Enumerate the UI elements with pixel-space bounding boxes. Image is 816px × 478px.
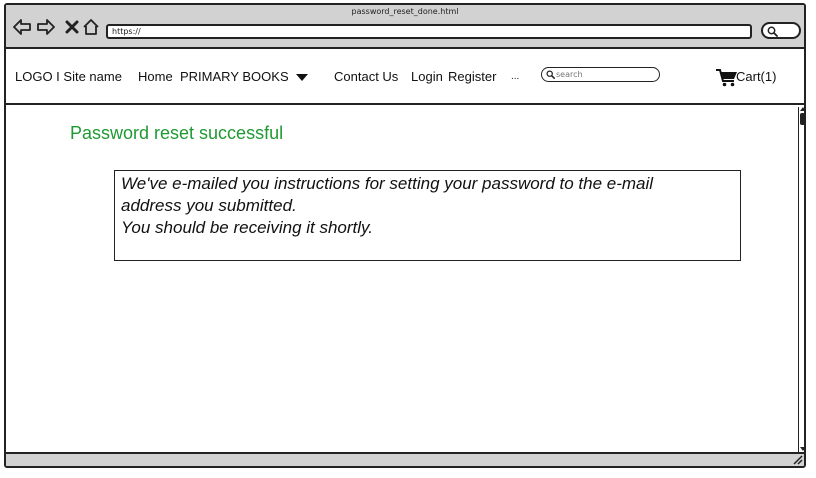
forward-arrow-icon bbox=[37, 19, 55, 35]
message-line: address you submitted. bbox=[121, 196, 297, 215]
scroll-thumb[interactable] bbox=[800, 113, 804, 125]
message-line: You should be receiving it shortly. bbox=[121, 218, 373, 237]
message-line: We've e-mailed you instructions for sett… bbox=[121, 174, 654, 193]
browser-page-title: password_reset_done.html bbox=[351, 7, 459, 16]
home-button[interactable] bbox=[81, 17, 101, 37]
search-icon bbox=[546, 70, 555, 79]
page-heading: Password reset successful bbox=[70, 123, 284, 143]
caret-down-icon[interactable] bbox=[296, 74, 308, 82]
site-logo[interactable]: LOGO I Site name bbox=[15, 69, 122, 85]
scroll-up-arrow[interactable] bbox=[800, 107, 804, 111]
back-button[interactable] bbox=[12, 17, 32, 37]
main-content: Password reset successful We've e-mailed… bbox=[6, 107, 796, 452]
browser-toolbar: password_reset_done.html https:// bbox=[6, 5, 804, 49]
browser-search-button[interactable] bbox=[761, 22, 801, 39]
cart-link[interactable]: Cart(1) bbox=[716, 67, 776, 87]
browser-window: password_reset_done.html https:// LOGO I… bbox=[4, 3, 806, 468]
nav-contact-link[interactable]: Contact Us bbox=[334, 69, 398, 85]
cart-label: Cart(1) bbox=[736, 69, 777, 84]
browser-status-bar bbox=[6, 452, 804, 466]
resize-grip-icon[interactable] bbox=[793, 455, 803, 465]
vertical-scrollbar[interactable] bbox=[798, 107, 804, 453]
search-icon bbox=[767, 26, 778, 37]
search-input[interactable] bbox=[556, 68, 654, 80]
site-header: LOGO I Site name Home PRIMARY BOOKS Cont… bbox=[6, 49, 804, 105]
back-arrow-icon bbox=[13, 19, 31, 35]
nav-home-link[interactable]: Home bbox=[138, 69, 173, 85]
scroll-down-arrow[interactable] bbox=[800, 447, 804, 451]
stop-button[interactable] bbox=[62, 17, 82, 37]
forward-button[interactable] bbox=[36, 17, 56, 37]
nav-more-link[interactable]: ... bbox=[511, 69, 519, 85]
confirmation-message-box: We've e-mailed you instructions for sett… bbox=[114, 170, 741, 261]
close-icon bbox=[65, 20, 79, 34]
cart-icon bbox=[716, 68, 737, 86]
nav-login-link[interactable]: Login bbox=[411, 69, 443, 85]
nav-primary-books-link[interactable]: PRIMARY BOOKS bbox=[180, 69, 289, 85]
address-bar[interactable]: https:// bbox=[106, 24, 752, 39]
nav-register-link[interactable]: Register bbox=[448, 69, 496, 85]
home-icon bbox=[83, 19, 99, 35]
site-search-field[interactable] bbox=[541, 67, 660, 82]
